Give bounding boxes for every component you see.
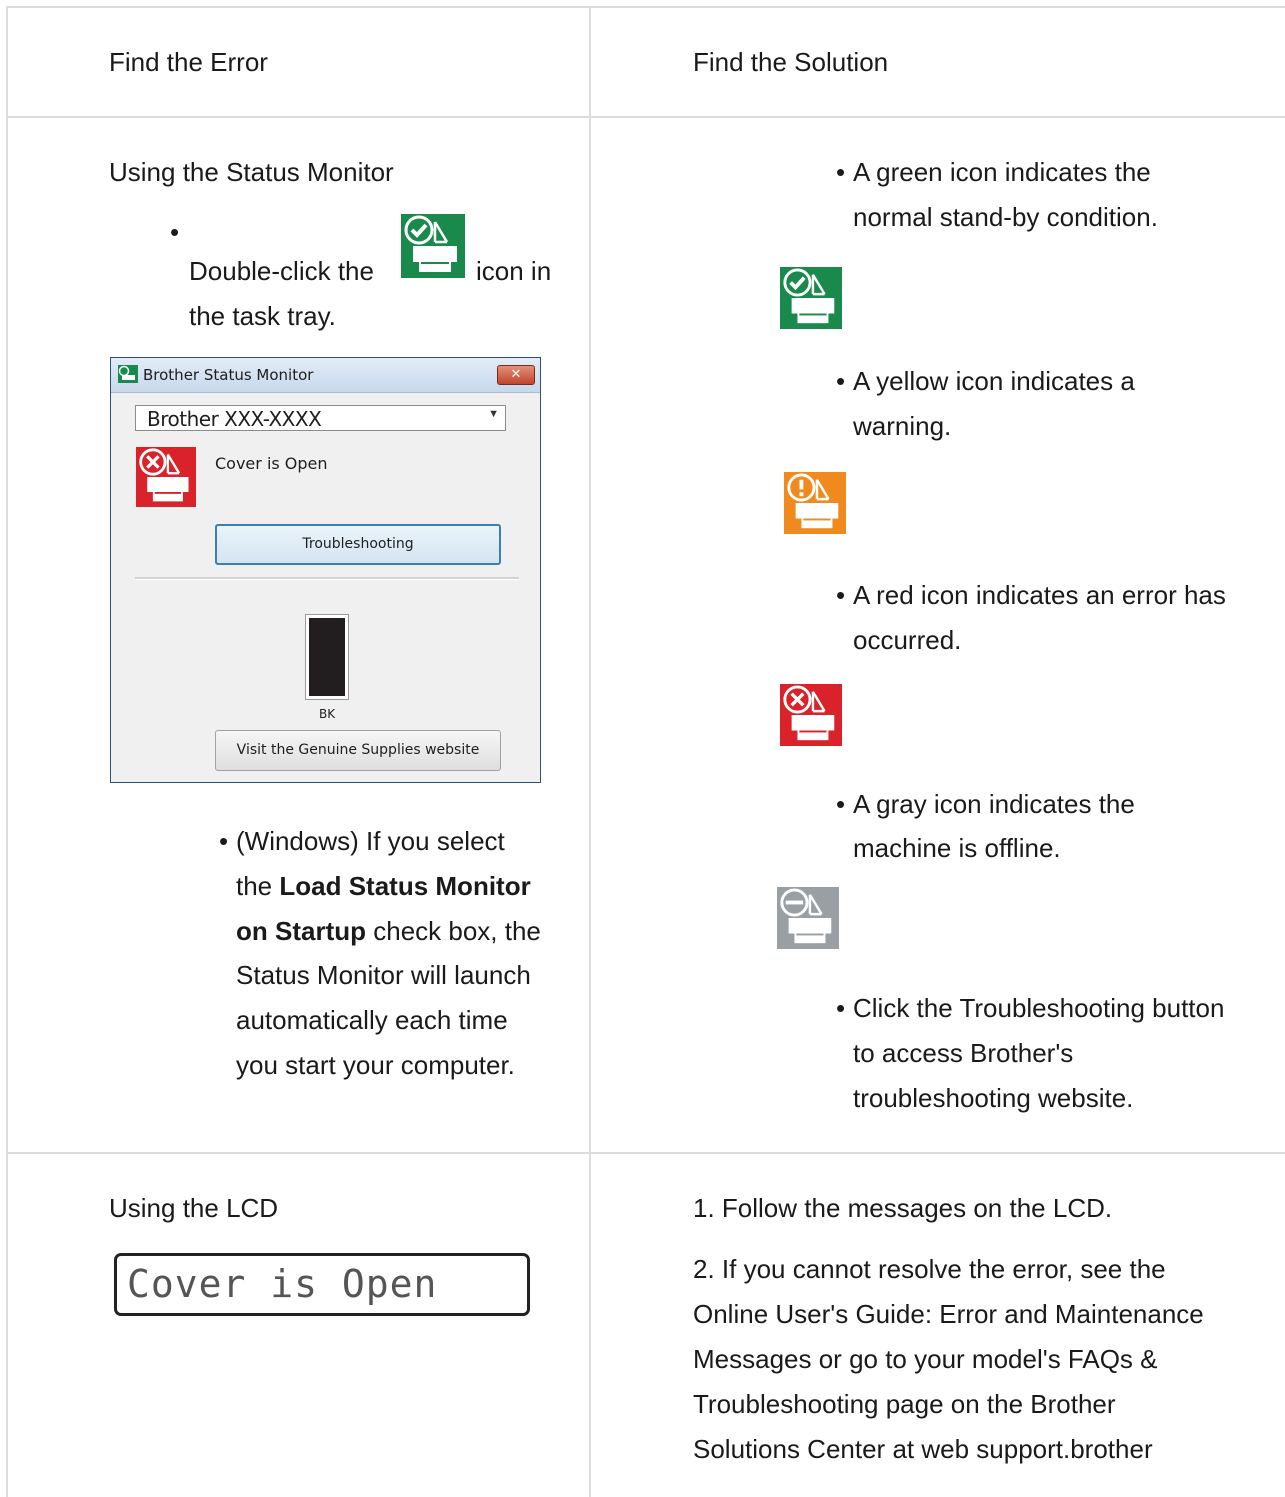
- device-select[interactable]: Brother XXX-XXXX ▼: [135, 405, 506, 431]
- tray-status-green-icon: [401, 214, 465, 278]
- window-title-bar[interactable]: Brother Status Monitor ✕: [111, 358, 540, 393]
- status-monitor-app-icon: [118, 365, 138, 383]
- table-border-left: [6, 6, 8, 1497]
- window-divider: [135, 577, 519, 580]
- table-border-row1: [6, 116, 1285, 118]
- windows-note-line5: automatically each time: [236, 1005, 508, 1035]
- load-status-monitor-bold: Load Status Monitor: [279, 871, 531, 901]
- gray-printer-icon: [777, 887, 839, 949]
- table-border-top: [6, 6, 1285, 8]
- window-title: Brother Status Monitor: [143, 366, 314, 384]
- table-border-row2: [6, 1152, 1285, 1154]
- windows-note-line2: the Load Status Monitor: [236, 864, 531, 909]
- ink-level-fill-bk: [309, 618, 345, 696]
- genuine-supplies-button[interactable]: Visit the Genuine Supplies website: [215, 730, 501, 771]
- solution-step2-line5: Solutions Center at web support.brother: [693, 1434, 1153, 1464]
- header-find-solution: Find the Solution: [693, 47, 889, 77]
- double-click-text-line2: the task tray.: [189, 301, 336, 331]
- gray-icon-text-line2: machine is offline.: [853, 833, 1061, 863]
- lcd-text: Cover is Open: [127, 1262, 438, 1306]
- troubleshoot-text-line1: Click the Troubleshooting button: [836, 986, 1224, 1031]
- lcd-title: Using the LCD: [109, 1193, 279, 1223]
- solution-step2-line3: Messages or go to your model's FAQs &: [693, 1344, 1158, 1374]
- windows-note-line4: Status Monitor will launch: [236, 960, 531, 990]
- windows-note-line6: you start your computer.: [236, 1050, 515, 1080]
- troubleshoot-text-line3: troubleshooting website.: [853, 1083, 1134, 1113]
- ink-level-gauge: [305, 614, 349, 700]
- solution-step1: 1. Follow the messages on the LCD.: [693, 1193, 1113, 1223]
- status-monitor-title: Using the Status Monitor: [109, 157, 394, 187]
- double-click-text-after: icon in: [476, 256, 552, 286]
- gray-icon-text-line1: A gray icon indicates the: [836, 782, 1135, 827]
- header-find-error: Find the Error: [109, 47, 268, 77]
- green-printer-icon: [780, 267, 842, 329]
- red-printer-icon: [780, 684, 842, 746]
- yellow-icon-text-line1: A yellow icon indicates a: [836, 359, 1135, 404]
- bullet-marker: •: [170, 217, 180, 247]
- red-icon-text-line2: occurred.: [853, 625, 962, 655]
- windows-note-line1: (Windows) If you select: [219, 819, 505, 864]
- red-icon-text-line1: A red icon indicates an error has: [836, 573, 1226, 618]
- solution-step2-line1: 2. If you cannot resolve the error, see …: [693, 1254, 1166, 1284]
- green-icon-text-line1: A green icon indicates the: [836, 150, 1151, 195]
- green-icon-text-line2: normal stand-by condition.: [853, 202, 1158, 232]
- error-status-icon: [136, 447, 196, 507]
- device-select-value: Brother XXX-XXXX: [147, 407, 322, 431]
- troubleshoot-text-line2: to access Brother's: [853, 1038, 1074, 1068]
- solution-step2-line2: Online User's Guide: Error and Maintenan…: [693, 1299, 1204, 1329]
- ink-label-bk: BK: [319, 707, 336, 721]
- lcd-display: Cover is Open: [114, 1253, 530, 1316]
- yellow-icon-text-line2: warning.: [853, 411, 952, 441]
- status-monitor-window: Brother Status Monitor ✕ Brother XXX-XXX…: [110, 357, 541, 783]
- yellow-printer-icon: [784, 472, 846, 534]
- windows-note-the: the: [236, 871, 273, 901]
- on-startup-bold: on Startup: [236, 916, 366, 946]
- windows-note-checkbox-text: check box, the: [373, 916, 541, 946]
- dropdown-arrow-icon: ▼: [488, 408, 499, 420]
- solution-step2-line4: Troubleshooting page on the Brother: [693, 1389, 1116, 1419]
- window-close-button[interactable]: ✕: [497, 365, 535, 385]
- table-border-middle: [589, 6, 591, 1497]
- windows-note-line3: on Startup check box, the: [236, 909, 541, 954]
- troubleshooting-button[interactable]: Troubleshooting: [215, 524, 501, 565]
- double-click-text: Double-click the: [189, 256, 374, 286]
- window-status-text: Cover is Open: [215, 454, 328, 473]
